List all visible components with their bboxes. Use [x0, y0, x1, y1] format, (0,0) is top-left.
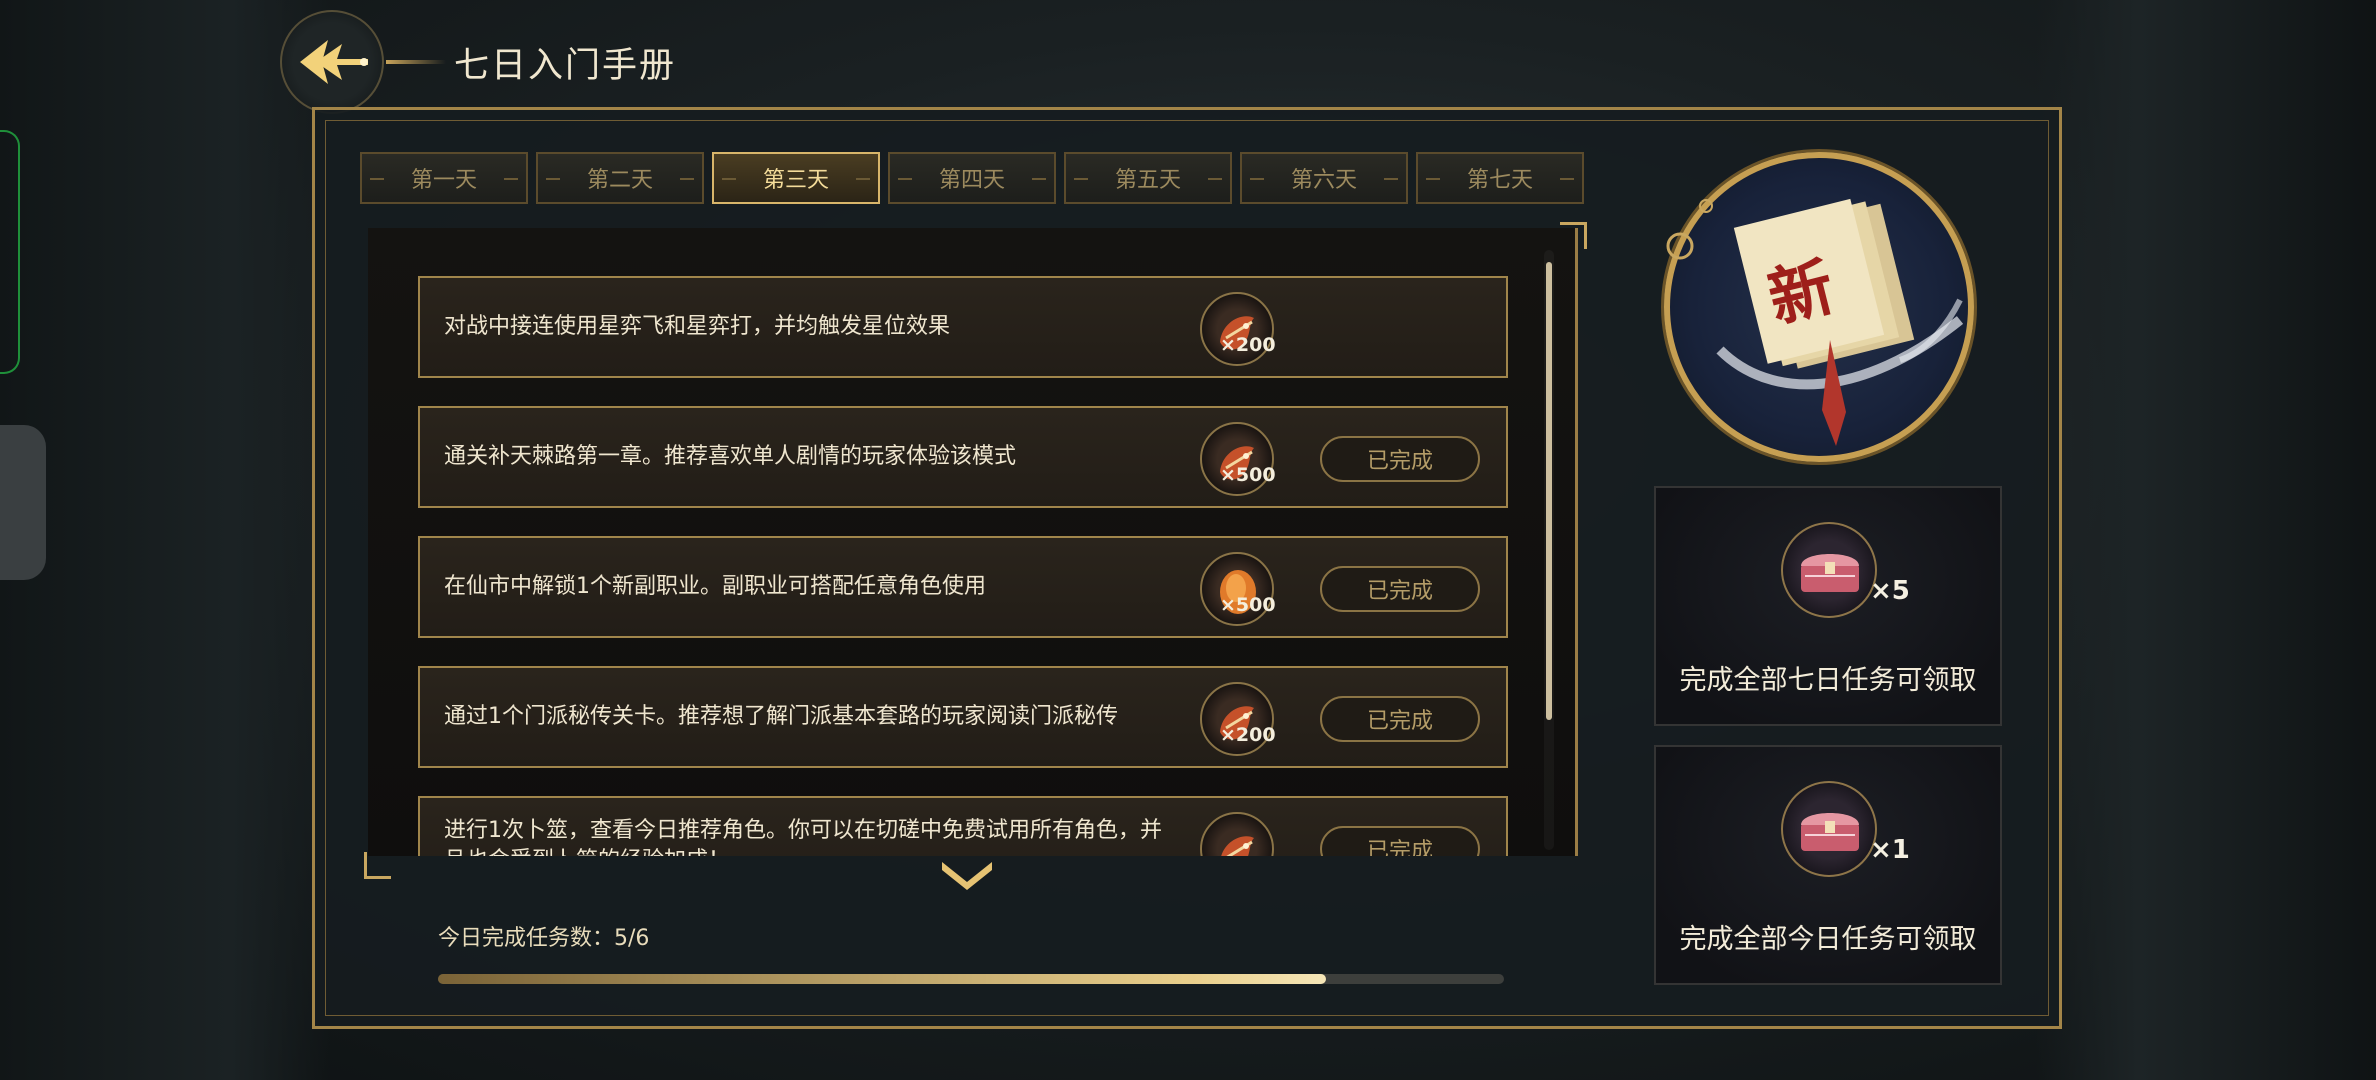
chevron-down-icon[interactable] — [938, 858, 996, 892]
panel-corner-ornament — [1560, 222, 1587, 249]
day-tabs: 第一天 第二天 第三天 第四天 第五天 第六天 第七天 — [360, 152, 1584, 204]
reward-card-today[interactable]: ×1 完成全部今日任务可领取 — [1654, 745, 2002, 985]
reward-chest — [1781, 522, 1877, 618]
background-left — [0, 0, 330, 1080]
completed-button[interactable]: 已完成 — [1320, 436, 1480, 482]
task-item: 进行1次卜筮，查看今日推荐角色。你可以在切磋中免费试用所有角色，并且也会受到卜筮… — [418, 796, 1508, 856]
reward-item[interactable] — [1200, 812, 1274, 856]
tab-day-1[interactable]: 第一天 — [360, 152, 528, 204]
progress-fill — [438, 974, 1327, 984]
tab-day-4[interactable]: 第四天 — [888, 152, 1056, 204]
completed-button[interactable]: 已完成 — [1320, 566, 1480, 612]
task-item: 在仙市中解锁1个新副职业。副职业可搭配任意角色使用 ×500 已完成 — [418, 536, 1508, 638]
reward-count: ×200 — [1220, 724, 1276, 746]
reward-count: ×5 — [1870, 576, 1910, 606]
back-arrow-icon — [300, 40, 368, 84]
back-button[interactable] — [280, 10, 384, 114]
tab-day-7[interactable]: 第七天 — [1416, 152, 1584, 204]
tab-day-2[interactable]: 第二天 — [536, 152, 704, 204]
reward-count: ×500 — [1220, 594, 1276, 616]
reward-card-text: 完成全部今日任务可领取 — [1679, 924, 1977, 955]
task-description: 在仙市中解锁1个新副职业。副职业可搭配任意角色使用 — [444, 574, 986, 599]
reward-chest — [1781, 781, 1877, 877]
reward-count: ×500 — [1220, 464, 1276, 486]
treasure-chest-icon — [1801, 554, 1859, 592]
seven-day-medal: 新 — [1660, 150, 1990, 466]
tab-day-5[interactable]: 第五天 — [1064, 152, 1232, 204]
task-list[interactable]: 对战中接连使用星弈飞和星弈打，并均触发星位效果 ×200 通关补天棘路第一章。推… — [368, 228, 1578, 856]
completed-button[interactable]: 已完成 — [1320, 826, 1480, 856]
reward-count: ×200 — [1220, 334, 1276, 356]
task-description: 进行1次卜筮，查看今日推荐角色。你可以在切磋中免费试用所有角色，并且也会受到卜筮… — [444, 818, 1162, 856]
reward-card-text: 完成全部七日任务可领取 — [1679, 665, 1977, 696]
tab-day-6[interactable]: 第六天 — [1240, 152, 1408, 204]
task-item: 对战中接连使用星弈飞和星弈打，并均触发星位效果 ×200 — [418, 276, 1508, 378]
reward-card-seven-day[interactable]: ×5 完成全部七日任务可领取 — [1654, 486, 2002, 726]
tab-day-3[interactable]: 第三天 — [712, 152, 880, 204]
orange-fish-icon — [1221, 836, 1254, 856]
progress-label: 今日完成任务数：5/6 — [438, 926, 650, 951]
header-divider — [386, 60, 446, 64]
side-edge-handle[interactable] — [0, 425, 46, 580]
side-edge-indicator — [0, 130, 20, 374]
background-right — [2036, 0, 2376, 1080]
page-title: 七日入门手册 — [454, 45, 677, 86]
completed-button[interactable]: 已完成 — [1320, 696, 1480, 742]
header: 七日入门手册 — [280, 10, 677, 114]
progress-bar — [438, 974, 1504, 984]
task-description: 通过1个门派秘传关卡。推荐想了解门派基本套路的玩家阅读门派秘传 — [444, 704, 1118, 729]
task-description: 通关补天棘路第一章。推荐喜欢单人剧情的玩家体验该模式 — [444, 444, 1017, 469]
scrollbar-thumb[interactable] — [1546, 262, 1552, 720]
task-item: 通过1个门派秘传关卡。推荐想了解门派基本套路的玩家阅读门派秘传 ×200 已完成 — [418, 666, 1508, 768]
reward-count: ×1 — [1870, 835, 1910, 865]
task-item: 通关补天棘路第一章。推荐喜欢单人剧情的玩家体验该模式 ×500 已完成 — [418, 406, 1508, 508]
task-description: 对战中接连使用星弈飞和星弈打，并均触发星位效果 — [444, 314, 951, 339]
treasure-chest-icon — [1801, 813, 1859, 851]
panel-corner-ornament — [364, 852, 391, 879]
